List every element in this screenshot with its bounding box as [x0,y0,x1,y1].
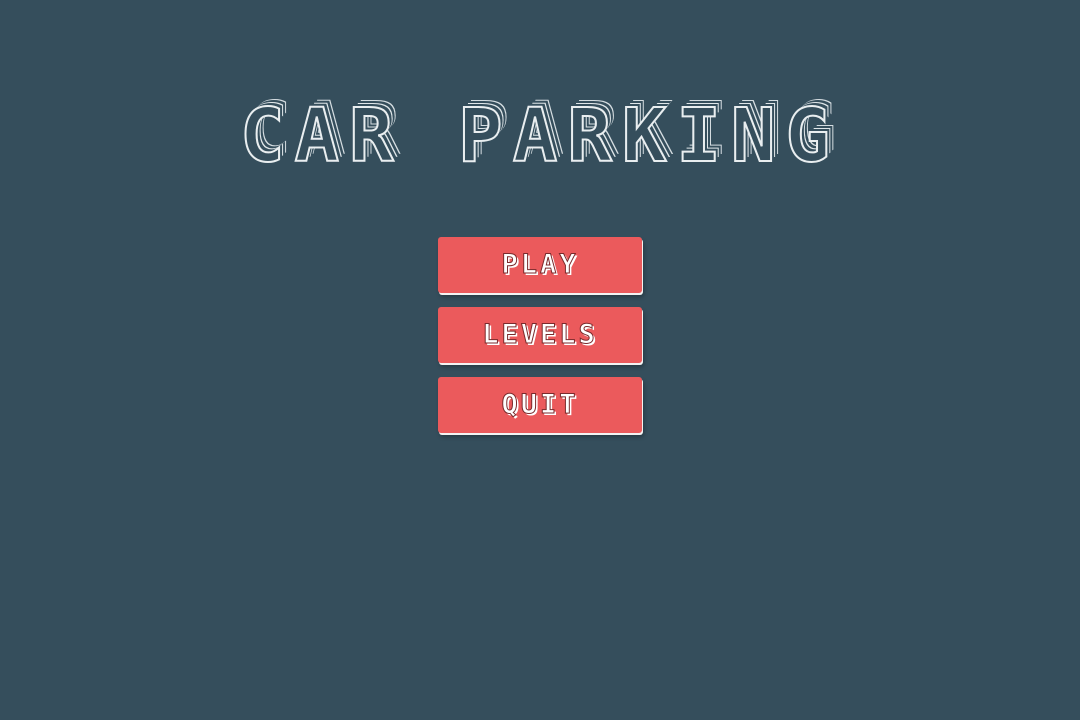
game-title: CAR PARKING [239,93,841,179]
main-menu-screen: CAR PARKING PLAY LEVELS QUIT [0,0,1080,720]
main-menu: PLAY LEVELS QUIT [438,237,642,447]
play-button[interactable]: PLAY [438,237,642,293]
quit-button[interactable]: QUIT [438,377,642,433]
levels-button[interactable]: LEVELS [438,307,642,363]
